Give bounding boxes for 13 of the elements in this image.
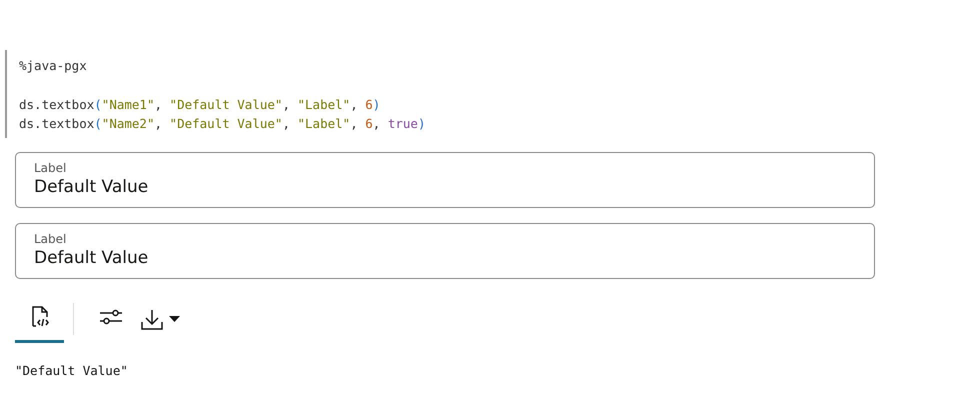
output-text: "Default Value"	[15, 362, 129, 378]
code-line: ds.textbox("Name1", "Default Value", "Label", 6)	[19, 96, 380, 114]
field-label: Label	[34, 232, 68, 246]
code-line: ds.textbox("Name2", "Default Value", "Label", 6, true)	[19, 115, 426, 133]
field-value: Default Value	[34, 246, 150, 268]
text-field[interactable]: Label Default Value	[15, 152, 875, 208]
caret-icon	[169, 316, 180, 322]
download-icon	[141, 308, 163, 330]
field-value: Default Value	[34, 176, 150, 198]
text-field[interactable]: Label Default Value	[15, 222, 875, 278]
code-line: %java-pgx	[19, 57, 87, 75]
sliders-icon	[98, 307, 122, 327]
field-label: Label	[34, 160, 68, 176]
